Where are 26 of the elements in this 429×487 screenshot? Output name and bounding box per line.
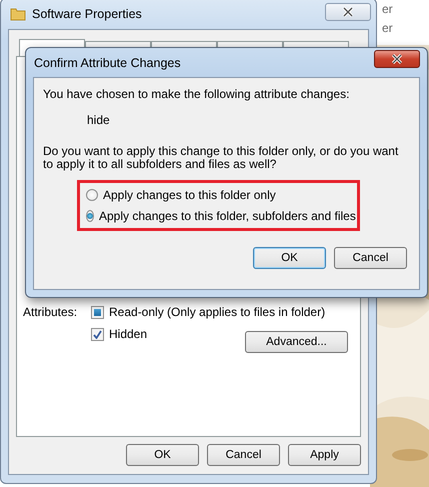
advanced-button[interactable]: Advanced... [245, 331, 348, 353]
close-button[interactable] [374, 50, 420, 68]
checkbox-label: Hidden [109, 327, 148, 341]
close-button[interactable] [325, 3, 371, 21]
dialog-button[interactable]: OK [253, 247, 326, 269]
dialog-button[interactable]: OK [126, 444, 199, 466]
change-text: hide [87, 114, 111, 127]
dialog-button[interactable]: Apply [288, 444, 361, 466]
checkbox[interactable] [91, 306, 104, 318]
intro-text: You have chosen to make the following attribute changes: [43, 88, 350, 101]
close-icon [391, 54, 403, 64]
radio-button[interactable] [86, 189, 98, 201]
dialog-button[interactable]: Cancel [334, 247, 407, 269]
radio-label: Apply changes to this folder only [103, 188, 276, 202]
close-icon [342, 7, 354, 17]
list-text: er [382, 21, 394, 35]
question-text: Do you want to apply this change to this folder only, or do you want to apply it to all subfolders and files as well? [43, 145, 400, 171]
attributes-label: Attributes: [23, 305, 78, 319]
dialog-button[interactable]: Cancel [207, 444, 280, 466]
window-title: Software Properties [32, 7, 142, 21]
radio-label: Apply changes to this folder, subfolders and files [99, 209, 356, 223]
checkbox-label: Read-only (Only applies to files in folder) [109, 305, 326, 319]
radio-button[interactable] [86, 210, 94, 222]
dialog-title: Confirm Attribute Changes [34, 56, 181, 70]
list-text: er [382, 2, 394, 16]
folder-icon [10, 7, 26, 21]
